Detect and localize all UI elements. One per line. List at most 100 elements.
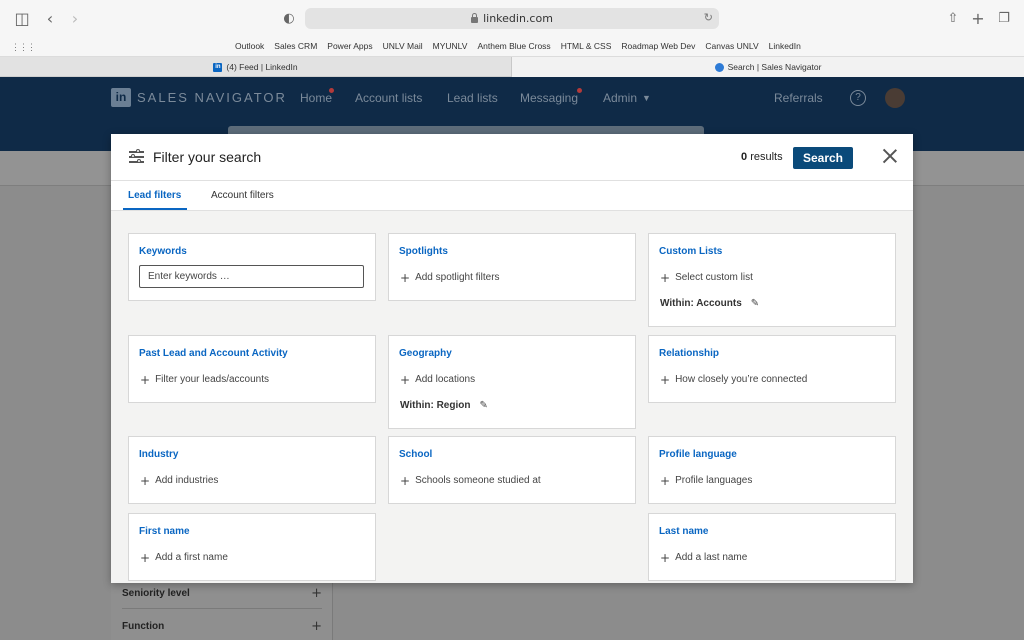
notification-dot xyxy=(577,88,582,93)
sidebar-toggle-icon[interactable]: ◫ xyxy=(13,9,31,28)
active-tab-indicator xyxy=(123,208,187,210)
grid-icon[interactable]: ⋮⋮⋮ xyxy=(11,42,36,53)
card-action-label: Add spotlight filters xyxy=(415,272,500,283)
plus-icon[interactable]: + xyxy=(311,619,322,634)
pencil-icon[interactable]: ✎ xyxy=(479,400,487,411)
card-title: First name xyxy=(139,526,190,537)
card-action-label: Filter your leads/accounts xyxy=(155,374,270,385)
within-scope: Within: Region ✎ xyxy=(400,400,488,411)
add-industries-button[interactable]: + Add industries xyxy=(140,475,219,487)
industry-card[interactable]: Industry + Add industries xyxy=(128,436,376,504)
share-icon[interactable]: ⇧ xyxy=(944,9,962,27)
bookmark-item[interactable]: Anthem Blue Cross xyxy=(472,41,555,51)
lock-icon xyxy=(471,12,479,23)
bookmark-item[interactable]: Roadmap Web Dev xyxy=(616,41,700,51)
plus-icon: + xyxy=(140,372,151,387)
keywords-input[interactable] xyxy=(139,265,364,288)
card-title: Custom Lists xyxy=(659,246,723,257)
add-first-name-button[interactable]: + Add a first name xyxy=(140,550,228,565)
add-locations-button[interactable]: + Add locations xyxy=(400,374,476,386)
past-activity-card[interactable]: Past Lead and Account Activity + Filter … xyxy=(128,335,376,403)
app-logo[interactable]: in SALES NAVIGATOR xyxy=(111,88,287,107)
divider xyxy=(122,608,322,609)
filter-row-label: Function xyxy=(122,620,165,632)
close-icon[interactable] xyxy=(882,148,898,164)
help-icon[interactable]: ? xyxy=(850,90,866,106)
back-icon[interactable]: ‹ xyxy=(41,9,59,28)
card-title: Profile language xyxy=(659,449,737,460)
bookmark-item[interactable]: LinkedIn xyxy=(764,41,806,51)
reload-icon[interactable]: ↻ xyxy=(704,11,713,24)
bookmark-item[interactable]: HTML & CSS xyxy=(556,41,617,51)
plus-icon: + xyxy=(660,550,671,565)
avatar[interactable] xyxy=(885,88,905,108)
card-title: Past Lead and Account Activity xyxy=(139,348,288,359)
select-custom-list-button[interactable]: + Select custom list xyxy=(660,272,753,284)
results-count: 0 results xyxy=(741,151,783,163)
nav-home[interactable]: Home xyxy=(300,91,332,105)
profile-language-card[interactable]: Profile language + Profile languages xyxy=(648,436,896,504)
tab-sales-navigator[interactable]: Search | Sales Navigator xyxy=(512,57,1024,77)
plus-icon[interactable]: + xyxy=(311,586,322,601)
bookmark-item[interactable]: Power Apps xyxy=(322,41,377,51)
card-action-label: Add industries xyxy=(155,475,219,486)
bookmark-item[interactable]: UNLV Mail xyxy=(378,41,428,51)
pencil-icon[interactable]: ✎ xyxy=(751,298,759,309)
within-scope: Within: Accounts ✎ xyxy=(660,298,759,309)
first-name-card[interactable]: First name + Add a first name xyxy=(128,513,376,581)
custom-lists-card[interactable]: Custom Lists + Select custom list Within… xyxy=(648,233,896,327)
chevron-down-icon[interactable]: ▼ xyxy=(642,93,651,103)
bookmark-item[interactable]: MYUNLV xyxy=(428,41,473,51)
filter-modal: Filter your search 0 results Search Lead… xyxy=(111,134,913,583)
filter-leads-accounts-button[interactable]: + Filter your leads/accounts xyxy=(140,372,270,387)
filter-row-seniority[interactable]: Seniority level + xyxy=(122,583,322,603)
within-label: Within: Accounts xyxy=(660,298,742,309)
forward-icon[interactable]: › xyxy=(66,9,84,28)
within-label: Within: Region xyxy=(400,400,471,411)
card-title: Keywords xyxy=(139,246,187,257)
relationship-button[interactable]: + How closely you’re connected xyxy=(660,372,808,387)
relationship-card[interactable]: Relationship + How closely you’re connec… xyxy=(648,335,896,403)
address-bar[interactable]: linkedin.com ↻ xyxy=(305,8,719,29)
plus-icon: + xyxy=(660,372,671,387)
add-profile-languages-button[interactable]: + Profile languages xyxy=(660,475,752,487)
keywords-card: Keywords xyxy=(128,233,376,301)
linkedin-favicon-icon: in xyxy=(213,62,223,72)
plus-icon: + xyxy=(140,550,151,565)
nav-lead-lists[interactable]: Lead lists xyxy=(447,91,498,105)
card-title: Geography xyxy=(399,348,452,359)
card-title: Spotlights xyxy=(399,246,448,257)
tab-account-filters[interactable]: Account filters xyxy=(211,190,274,201)
spotlights-card[interactable]: Spotlights + Add spotlight filters xyxy=(388,233,636,301)
url-text: linkedin.com xyxy=(483,12,553,25)
nav-messaging[interactable]: Messaging xyxy=(520,91,578,105)
tab-lead-filters[interactable]: Lead filters xyxy=(128,190,181,201)
bookmarks-bar: ⋮⋮⋮ Outlook Sales CRM Power Apps UNLV Ma… xyxy=(0,37,1024,57)
card-action-label: Schools someone studied at xyxy=(415,475,541,486)
bookmark-item[interactable]: Sales CRM xyxy=(269,41,322,51)
bookmark-item[interactable]: Canvas UNLV xyxy=(700,41,763,51)
tab-title: (4) Feed | LinkedIn xyxy=(226,62,298,72)
add-last-name-button[interactable]: + Add a last name xyxy=(660,550,747,565)
new-tab-icon[interactable]: + xyxy=(969,9,987,28)
bookmark-item[interactable]: Outlook xyxy=(230,41,269,51)
card-action-label: How closely you’re connected xyxy=(675,374,808,385)
nav-account-lists[interactable]: Account lists xyxy=(355,91,422,105)
nav-referrals[interactable]: Referrals xyxy=(774,91,823,105)
tab-linkedin-feed[interactable]: in (4) Feed | LinkedIn xyxy=(0,57,512,77)
tab-overview-icon[interactable]: ❐ xyxy=(995,9,1013,27)
filter-row-label: Seniority level xyxy=(122,587,190,599)
last-name-card[interactable]: Last name + Add a last name xyxy=(648,513,896,581)
filter-row-function[interactable]: Function + xyxy=(122,616,322,636)
plus-icon: + xyxy=(400,473,411,488)
nav-admin[interactable]: Admin xyxy=(603,91,637,105)
privacy-shield-icon[interactable]: ◐ xyxy=(280,9,298,27)
modal-tabs: Lead filters Account filters xyxy=(111,181,913,211)
card-action-label: Add locations xyxy=(415,374,476,385)
school-card[interactable]: School + Schools someone studied at xyxy=(388,436,636,504)
add-schools-button[interactable]: + Schools someone studied at xyxy=(400,473,541,488)
add-spotlight-button[interactable]: + Add spotlight filters xyxy=(400,272,500,284)
search-button[interactable]: Search xyxy=(793,147,853,169)
compass-favicon-icon xyxy=(714,62,724,72)
geography-card[interactable]: Geography + Add locations Within: Region… xyxy=(388,335,636,429)
